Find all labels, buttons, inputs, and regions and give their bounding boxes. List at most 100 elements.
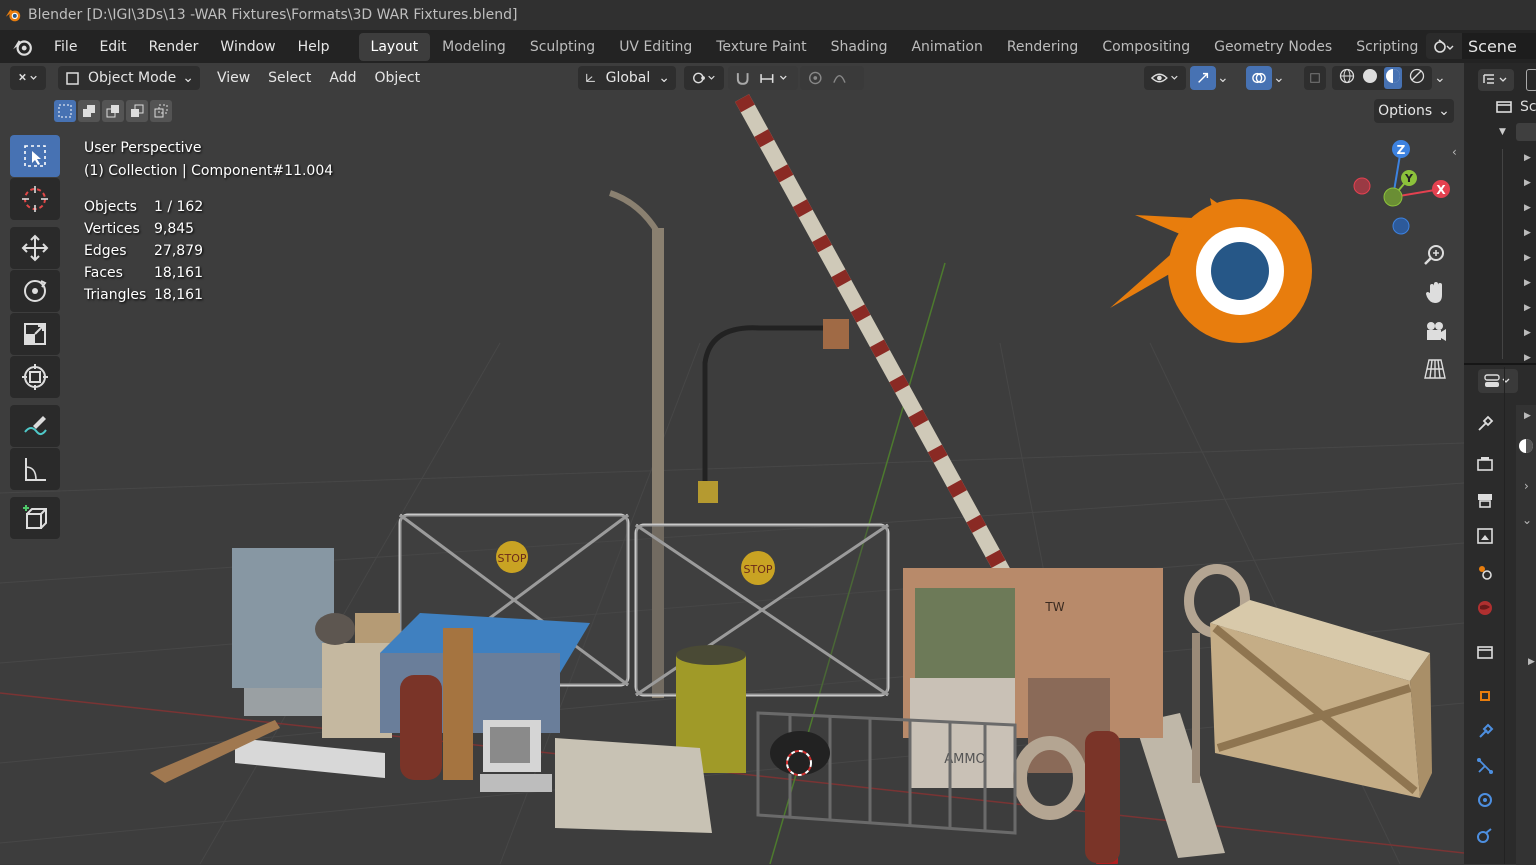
measure-tool[interactable] [10,448,60,490]
rotate-tool[interactable] [10,270,60,312]
select-box-tool[interactable] [10,135,60,177]
navigation-gizmo[interactable]: Z X Y [1345,135,1455,235]
select-invert-icon[interactable] [126,100,148,122]
constraints-tab-icon[interactable] [1474,825,1496,847]
render-tab-icon[interactable] [1474,453,1496,475]
tab-modeling[interactable]: Modeling [430,33,518,61]
particles-tab-icon[interactable] [1474,755,1496,777]
overlays-toggle-button[interactable] [1246,66,1272,90]
filter-icon[interactable] [1526,69,1536,91]
pivot-point-button[interactable] [684,66,724,90]
snap-button[interactable] [728,66,798,90]
material-shading-icon[interactable] [1384,67,1403,89]
outliner-scene-collection[interactable]: Sc [1496,99,1536,115]
pan-button[interactable] [1418,276,1452,310]
tab-layout[interactable]: Layout [358,32,431,61]
expand-chevron-icon[interactable]: ▶ [1524,278,1531,288]
outliner-editor-type-button[interactable] [1478,69,1514,91]
camera-view-button[interactable] [1418,314,1452,348]
tab-sculpting[interactable]: Sculpting [518,33,607,61]
tab-compositing[interactable]: Compositing [1090,33,1202,61]
select-new-icon[interactable] [54,100,76,122]
perspective-toggle-button[interactable] [1418,352,1452,386]
menu-add[interactable]: Add [320,70,365,86]
tab-shading[interactable]: Shading [819,33,900,61]
object-mode-dropdown[interactable]: Object Mode ⌄ [58,66,200,90]
orientation-icon [586,73,595,82]
solid-shading-icon[interactable] [1362,68,1378,88]
tab-rendering[interactable]: Rendering [995,33,1091,61]
expand-chevron-icon[interactable]: ▶ [1524,178,1531,188]
expand-chevron-icon[interactable]: ▶ [1524,303,1531,313]
panel-chevron-down-icon[interactable]: ⌄ [1522,513,1532,527]
expand-chevron-icon[interactable]: ▶ [1524,203,1531,213]
panel-expand-chevron-icon[interactable]: ▶ [1528,657,1535,667]
add-cube-tool[interactable] [10,497,60,539]
annotate-tool[interactable] [10,405,60,447]
object-mode-icon [66,72,79,85]
visibility-dropdown[interactable] [1144,66,1186,90]
xray-toggle-button[interactable] [1304,66,1326,90]
move-tool[interactable] [10,227,60,269]
3d-viewport[interactable]: STOP STOP AMMO TW Object Mode ⌄ View Sel… [0,63,1464,864]
scene-name[interactable]: Scene [1462,33,1536,59]
tab-uv-editing[interactable]: UV Editing [607,33,704,61]
expand-chevron-icon[interactable]: ▶ [1524,353,1531,363]
view-layer-tab-icon[interactable] [1474,525,1496,547]
menu-render[interactable]: Render [138,39,210,55]
physics-tab-icon[interactable] [1474,789,1496,811]
blender-menu-icon[interactable] [11,36,33,58]
zoom-button[interactable] [1418,238,1452,272]
options-dropdown[interactable]: Options ⌄ [1374,99,1454,123]
tab-texture-paint[interactable]: Texture Paint [704,33,818,61]
shading-dropdown-chevron-icon[interactable]: ⌄ [1434,70,1446,86]
tab-geometry-nodes[interactable]: Geometry Nodes [1202,33,1344,61]
properties-panel[interactable]: ▶ › ⌄ ▶ [1464,367,1536,865]
panel-expand-chevron-icon[interactable]: ▶ [1524,411,1531,421]
expand-chevron-icon[interactable]: ▶ [1524,328,1531,338]
proportional-editing-button[interactable] [800,66,864,90]
outliner-panel[interactable]: Sc ▼ ▶ ▶ ▶ ▶ ▶ ▶ ▶ ▶ ▶ [1464,63,1536,365]
gizmo-dropdown-chevron-icon[interactable]: ⌄ [1217,70,1229,86]
select-extend-icon[interactable] [78,100,100,122]
wireframe-shading-icon[interactable] [1339,68,1355,88]
zoom-icon [1424,245,1444,265]
menu-file[interactable]: File [43,39,88,55]
tab-animation[interactable]: Animation [899,33,994,61]
rendered-shading-icon[interactable] [1409,68,1425,88]
output-tab-icon[interactable] [1474,489,1496,511]
editor-type-button[interactable] [10,66,46,90]
transform-tool[interactable] [10,356,60,398]
menu-help[interactable]: Help [287,39,341,55]
tab-scripting[interactable]: Scripting [1344,33,1430,61]
sidebar-toggle-chevron-icon[interactable]: ‹ [1452,145,1457,159]
menu-object[interactable]: Object [365,70,429,86]
tool-settings-tab-icon[interactable] [1474,413,1496,435]
collection-tab-icon[interactable] [1474,641,1496,663]
menu-select[interactable]: Select [259,70,320,86]
panel-chevron-right-icon[interactable]: › [1524,479,1529,493]
transform-orientation-dropdown[interactable]: Global ⌄ [578,66,676,90]
material-preview-icon[interactable] [1516,435,1536,457]
collection-row[interactable] [1516,123,1536,141]
scene-tab-icon[interactable] [1474,561,1496,583]
menu-edit[interactable]: Edit [88,39,137,55]
menu-window[interactable]: Window [209,39,286,55]
expand-chevron-icon[interactable]: ▶ [1524,253,1531,263]
expand-chevron-icon[interactable]: ▶ [1524,153,1531,163]
object-tab-icon[interactable] [1474,685,1496,707]
select-intersect-icon[interactable] [150,100,172,122]
scene-selector[interactable]: Scene [1426,33,1536,59]
modifier-tab-icon[interactable] [1474,721,1496,743]
menu-view[interactable]: View [208,70,259,86]
overlays-dropdown-chevron-icon[interactable]: ⌄ [1273,70,1285,86]
expand-chevron-icon[interactable]: ▼ [1499,127,1506,137]
properties-editor-type-button[interactable] [1478,369,1518,393]
scene-icon[interactable] [1426,33,1462,59]
select-subtract-icon[interactable] [102,100,124,122]
expand-chevron-icon[interactable]: ▶ [1524,228,1531,238]
gizmo-toggle-button[interactable] [1190,66,1216,90]
world-tab-icon[interactable] [1474,597,1496,619]
scale-tool[interactable] [10,313,60,355]
cursor-tool[interactable] [10,178,60,220]
